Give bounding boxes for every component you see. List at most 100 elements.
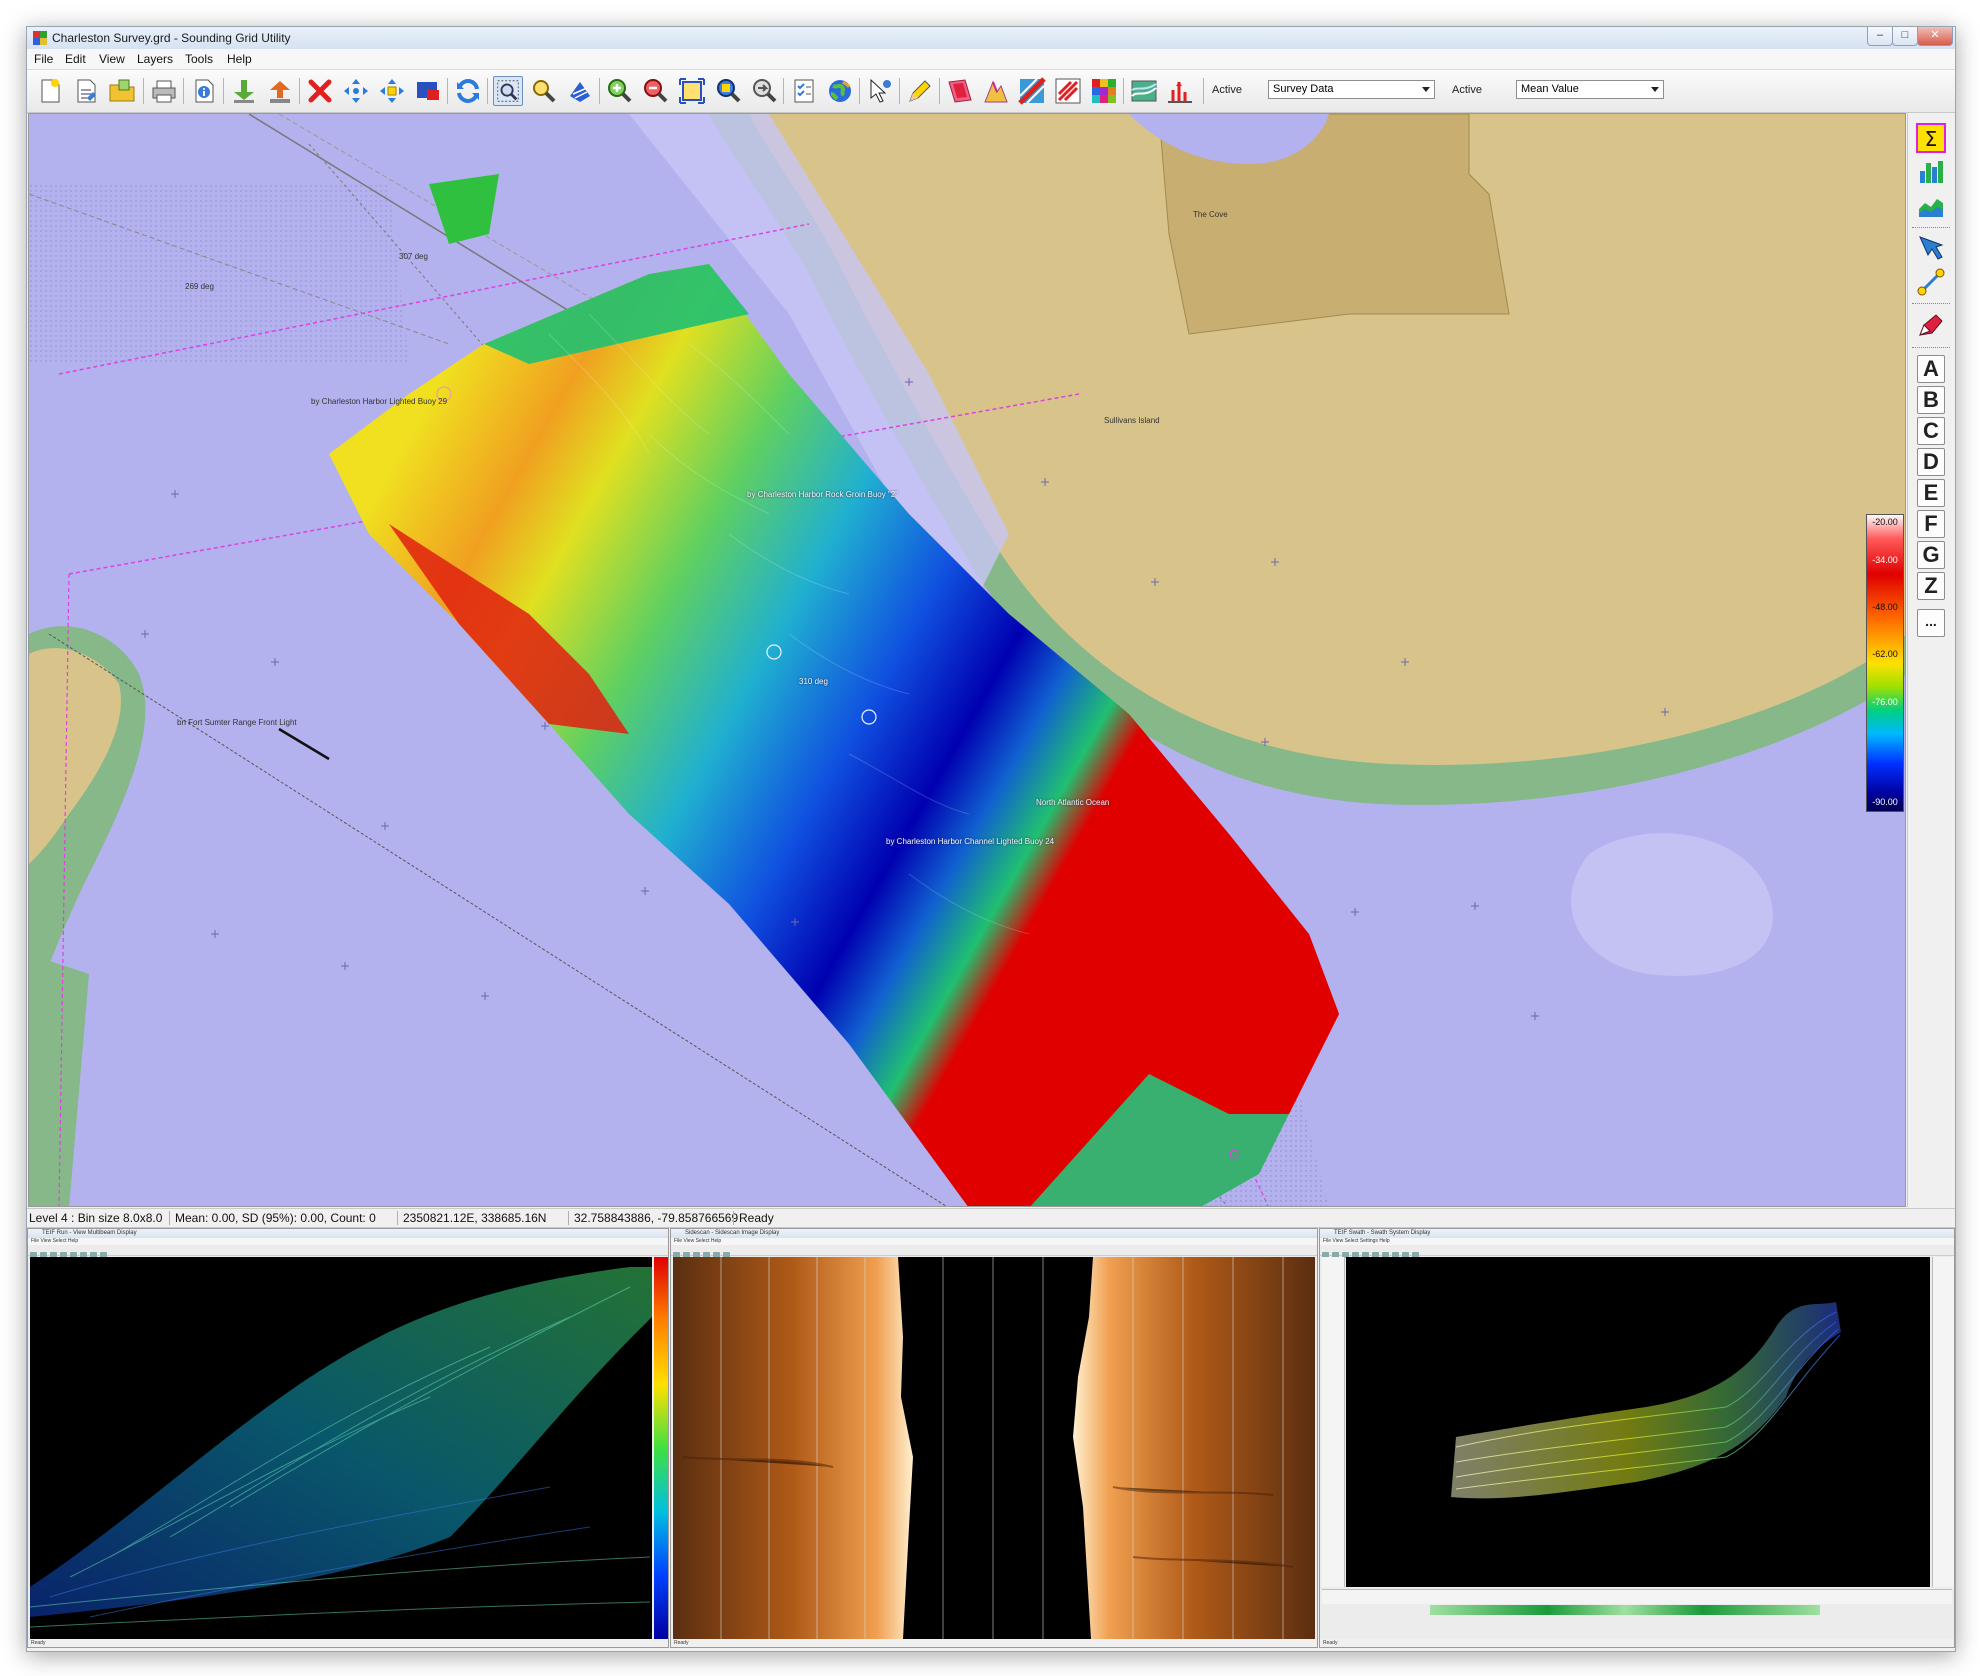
status-geo-coords: 32.758843886, -79.858766569 <box>574 1211 739 1225</box>
svg-text:Σ: Σ <box>1925 127 1938 151</box>
letter-e-button[interactable]: E <box>1917 479 1945 507</box>
area-chart-icon[interactable] <box>1916 191 1946 221</box>
grid-red-icon[interactable] <box>1053 76 1083 106</box>
status-grid-coords: 2350821.12E, 338685.16N <box>403 1211 547 1225</box>
fan-beam-icon[interactable] <box>1916 233 1946 263</box>
mean-value-select[interactable]: Mean Value <box>1516 80 1664 99</box>
map-label: 307 deg <box>399 252 428 261</box>
ink-pen-icon[interactable] <box>1916 309 1946 339</box>
spike-icon[interactable] <box>1165 76 1195 106</box>
legend-value: -90.00 <box>1872 797 1898 807</box>
window-title: Charleston Survey.grd - Sounding Grid Ut… <box>52 31 291 45</box>
pointer-icon[interactable] <box>865 76 895 106</box>
export-icon[interactable] <box>265 76 295 106</box>
sigma-icon[interactable]: Σ <box>1916 123 1946 153</box>
menu-layers[interactable]: Layers <box>137 52 173 66</box>
move-arrows-icon[interactable] <box>377 76 407 106</box>
letter-a-button[interactable]: A <box>1917 355 1945 383</box>
panel-toolbar <box>1320 1245 1954 1258</box>
more-button[interactable]: ... <box>1917 609 1945 637</box>
pan-arrows-icon[interactable] <box>341 76 371 106</box>
menu-tools[interactable]: Tools <box>185 52 213 66</box>
new-icon[interactable] <box>35 76 65 106</box>
multibeam-canvas[interactable] <box>30 1257 652 1639</box>
letter-z-button[interactable]: Z <box>1917 572 1945 600</box>
globe-icon[interactable] <box>825 76 855 106</box>
histogram-icon[interactable] <box>1916 157 1946 187</box>
checklist-icon[interactable] <box>789 76 819 106</box>
panel-title: TEIF Run - View Multibeam Display <box>28 1229 668 1238</box>
zoom-in-icon[interactable] <box>605 76 635 106</box>
zoom-out-icon[interactable] <box>641 76 671 106</box>
chevron-down-icon <box>1651 87 1659 92</box>
active-label-1: Active <box>1212 84 1242 96</box>
sidescan-canvas[interactable] <box>673 1257 1315 1639</box>
panel-menu: File View Select Help <box>28 1238 668 1245</box>
print-icon[interactable] <box>149 76 179 106</box>
map-label: by Charleston Harbor Channel Lighted Buo… <box>886 837 1055 846</box>
panel-title: TEIF Swath - Swath System Display <box>1320 1229 1954 1238</box>
point-cloud <box>30 1267 652 1628</box>
panel-menu: File View Select Help <box>671 1238 1317 1245</box>
zoom-prev-icon[interactable] <box>749 76 779 106</box>
app-window: Charleston Survey.grd - Sounding Grid Ut… <box>26 26 1956 1652</box>
sidescan-image <box>673 1257 1315 1639</box>
close-button[interactable]: ✕ <box>1917 27 1953 46</box>
open-icon[interactable] <box>71 76 101 106</box>
legend-value: -20.00 <box>1872 517 1898 527</box>
map-label: The Cove <box>1193 210 1228 219</box>
letter-g-button[interactable]: G <box>1917 541 1945 569</box>
maximize-button[interactable]: □ <box>1892 27 1918 46</box>
survey-data-select[interactable]: Survey Data <box>1268 80 1435 99</box>
swath-profile <box>1451 1302 1841 1499</box>
letter-f-button[interactable]: F <box>1917 510 1945 538</box>
delete-icon[interactable] <box>305 76 335 106</box>
status-state: Ready <box>739 1211 774 1225</box>
pencil-tool-icon[interactable] <box>905 76 935 106</box>
active-label-2: Active <box>1452 84 1482 96</box>
refresh-icon[interactable] <box>453 76 483 106</box>
map-label: bn Fort Sumter Range Front Light <box>177 718 297 727</box>
swath-depth-axis <box>1322 1257 1345 1587</box>
status-level: Level 4 : Bin size 8.0x8.0 <box>29 1211 163 1225</box>
chevron-down-icon <box>1422 87 1430 92</box>
swath-canvas[interactable] <box>1346 1257 1930 1587</box>
letter-b-button[interactable]: B <box>1917 386 1945 414</box>
profile-node-icon[interactable] <box>1916 267 1946 297</box>
zoom-box-button[interactable] <box>493 76 523 106</box>
shade-icon[interactable] <box>981 76 1011 106</box>
menu-bar: File Edit View Layers Tools Help <box>27 49 1955 70</box>
menu-edit[interactable]: Edit <box>65 52 86 66</box>
screen-red-icon[interactable] <box>413 76 443 106</box>
swath-panel: TEIF Swath - Swath System Display File V… <box>1319 1228 1955 1648</box>
menu-file[interactable]: File <box>34 52 53 66</box>
letter-c-button[interactable]: C <box>1917 417 1945 445</box>
panel-toolbar <box>28 1245 668 1258</box>
info-icon[interactable] <box>189 76 219 106</box>
swath-x-axis <box>1322 1589 1952 1604</box>
letter-d-button[interactable]: D <box>1917 448 1945 476</box>
legend-value: -34.00 <box>1872 555 1898 565</box>
import-icon[interactable] <box>229 76 259 106</box>
map-label: Sullivans Island <box>1104 416 1160 425</box>
contour-icon[interactable] <box>1129 76 1159 106</box>
zoom-extents-icon[interactable] <box>677 76 707 106</box>
menu-help[interactable]: Help <box>227 52 252 66</box>
panel-title: Sidescan - Sidescan Image Display <box>671 1229 1317 1238</box>
swath-timeline[interactable] <box>1430 1605 1820 1615</box>
app-logo-icon <box>33 31 47 45</box>
color-grid-icon[interactable] <box>1089 76 1119 106</box>
map-view[interactable]: 307 deg 269 deg by Charleston Harbor Lig… <box>28 113 1906 1207</box>
palette-red-icon[interactable] <box>945 76 975 106</box>
stripe-icon[interactable] <box>1017 76 1047 106</box>
zoom-box-icon <box>497 80 519 102</box>
folder-icon[interactable] <box>107 76 137 106</box>
menu-view[interactable]: View <box>99 52 125 66</box>
minimize-button[interactable]: – <box>1867 27 1893 46</box>
legend-value: -76.00 <box>1872 697 1898 707</box>
zoom-window-icon[interactable] <box>713 76 743 106</box>
magnify-icon[interactable] <box>529 76 559 106</box>
map-label: by Charleston Harbor Rock Groin Buoy "2" <box>747 490 899 499</box>
map-label: 269 deg <box>185 282 214 291</box>
world-grid-icon[interactable] <box>565 76 595 106</box>
